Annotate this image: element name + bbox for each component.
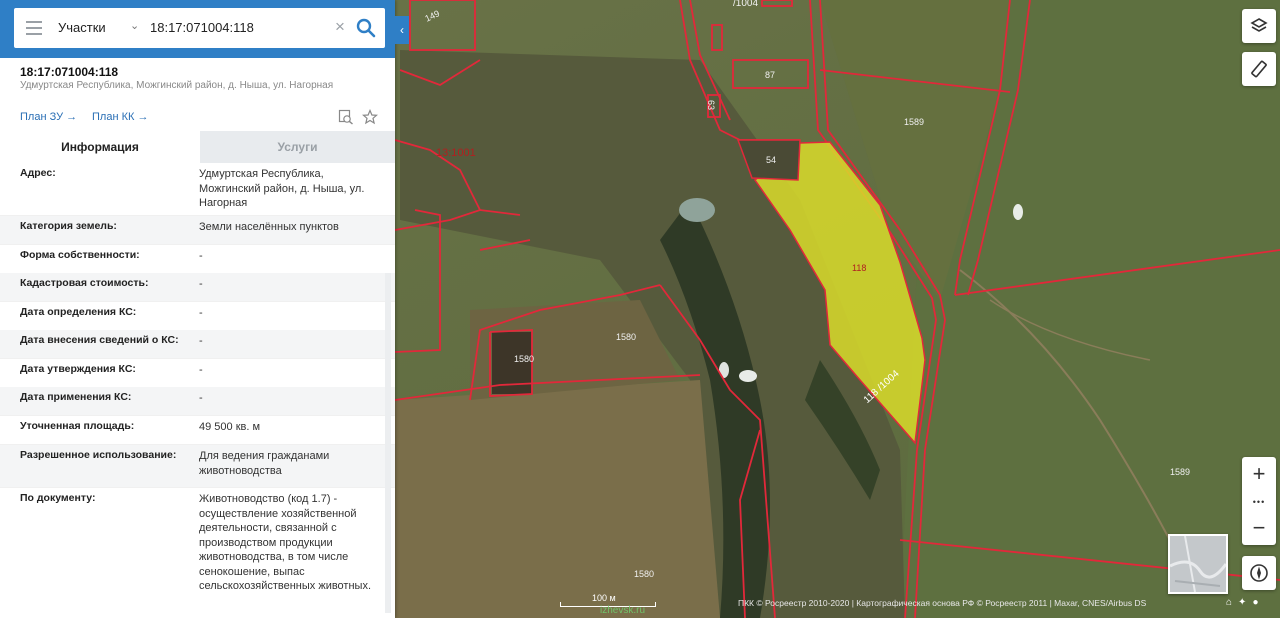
tab-services[interactable]: Услуги: [200, 131, 395, 163]
tab-info[interactable]: Информация: [0, 131, 200, 163]
row-value: -: [199, 392, 203, 404]
table-row: Категория земель: Земли населённых пункт…: [0, 216, 395, 245]
row-value: Удмуртская Республика, Можгинский район,…: [199, 168, 365, 209]
minimap-thumbnail: [1170, 536, 1226, 592]
corner-icons: ⌂ ✦ ●: [1226, 597, 1264, 608]
label-1004: /1004: [733, 0, 758, 9]
row-label: Дата применения КС:: [20, 391, 132, 403]
search-header: Участки ⌄ 18:17:071004:118 ×: [0, 0, 395, 58]
row-label: Категория земель:: [20, 220, 117, 232]
table-row: Дата утверждения КС: -: [0, 359, 395, 388]
table-row: Кадастровая стоимость: -: [0, 273, 395, 302]
table-row: Адрес: Удмуртская Республика, Можгинский…: [0, 163, 395, 216]
table-row: Дата применения КС: -: [0, 387, 395, 416]
info-tabs: Информация Услуги: [0, 131, 395, 163]
row-value: -: [199, 278, 203, 290]
pond: [679, 198, 715, 222]
label-1589-bottom: 1589: [1170, 467, 1190, 477]
scrollbar[interactable]: [385, 273, 391, 613]
row-value: -: [199, 364, 203, 376]
zoom-in-button[interactable]: +: [1242, 459, 1276, 489]
row-label: Разрешенное использование:: [20, 449, 177, 461]
watermark: izhevsk.ru: [600, 605, 646, 616]
label-block: 13:1001: [436, 147, 476, 159]
snow-patch: [739, 370, 757, 382]
label-1580-a: 1580: [616, 332, 636, 342]
menu-icon[interactable]: [26, 21, 42, 35]
compass-icon: [1250, 564, 1268, 582]
table-row: Дата определения КС: -: [0, 302, 395, 331]
zoom-to-object-icon[interactable]: [338, 109, 354, 125]
label-1580-b: 1580: [514, 354, 534, 364]
row-value: Для ведения гражданами животноводства: [199, 450, 330, 477]
row-value: Земли населённых пунктов: [199, 221, 339, 233]
chevron-down-icon[interactable]: ⌄: [130, 19, 139, 32]
home-icon[interactable]: ⌂: [1226, 597, 1232, 608]
cadastral-number: 18:17:071004:118: [20, 65, 119, 79]
row-value: -: [199, 307, 203, 319]
row-label: Дата внесения сведений о КС:: [20, 334, 179, 346]
table-row: Дата внесения сведений о КС: -: [0, 330, 395, 359]
object-address: Удмуртская Республика, Можгинский район,…: [20, 80, 334, 91]
compass-button[interactable]: [1242, 556, 1276, 590]
measure-button[interactable]: [1242, 52, 1276, 86]
row-label: Дата определения КС:: [20, 306, 137, 318]
row-value: 49 500 кв. м: [199, 421, 261, 433]
star-icon[interactable]: [362, 109, 378, 125]
table-row: Форма собственности: -: [0, 245, 395, 274]
row-value: -: [199, 335, 203, 347]
row-label: Уточненная площадь:: [20, 420, 135, 432]
label-1580-c: 1580: [634, 569, 654, 579]
zoom-out-button[interactable]: −: [1242, 513, 1276, 543]
row-label: Дата утверждения КС:: [20, 363, 136, 375]
plan-kk-link[interactable]: План КК →: [92, 111, 148, 123]
table-row: По документу: Животноводство (код 1.7) -…: [0, 488, 395, 618]
zoom-controls: + ••• −: [1242, 457, 1276, 545]
ruler-icon: [1251, 60, 1267, 78]
row-value: Животноводство (код 1.7) - осуществление…: [199, 493, 372, 592]
label-63: 63: [706, 100, 716, 110]
field-lower: [395, 380, 720, 618]
clear-icon[interactable]: ×: [335, 17, 345, 37]
search-type-select[interactable]: Участки: [58, 20, 106, 35]
attribution: ПКК © Росреестр 2010-2020 | Картографиче…: [738, 598, 1147, 608]
basemap-switcher[interactable]: [1168, 534, 1228, 594]
search-input[interactable]: 18:17:071004:118: [150, 20, 254, 35]
table-row: Разрешенное использование: Для ведения г…: [0, 445, 395, 488]
row-label: Кадастровая стоимость:: [20, 277, 149, 289]
plan-zu-link[interactable]: План ЗУ →: [20, 111, 77, 123]
row-label: Адрес:: [20, 167, 56, 179]
layers-icon: [1250, 18, 1268, 32]
search-icon[interactable]: [356, 18, 376, 38]
row-label: Форма собственности:: [20, 249, 140, 261]
parcel-number-label: 118: [852, 263, 866, 273]
snow-patch: [1013, 204, 1023, 220]
layers-button[interactable]: [1242, 9, 1276, 43]
table-row: Уточненная площадь: 49 500 кв. м: [0, 416, 395, 445]
info-panel: Участки ⌄ 18:17:071004:118 × 18:17:07100…: [0, 0, 395, 618]
row-label: По документу:: [20, 492, 96, 504]
label-1589-top: 1589: [904, 117, 924, 127]
label-87: 87: [765, 70, 775, 80]
user-icon[interactable]: ●: [1252, 597, 1258, 608]
locate-icon[interactable]: ✦: [1238, 597, 1246, 608]
search-bar[interactable]: Участки ⌄ 18:17:071004:118 ×: [14, 8, 385, 48]
collapse-panel-button[interactable]: ‹: [395, 16, 409, 44]
row-value: -: [199, 250, 203, 262]
label-54: 54: [766, 155, 776, 165]
